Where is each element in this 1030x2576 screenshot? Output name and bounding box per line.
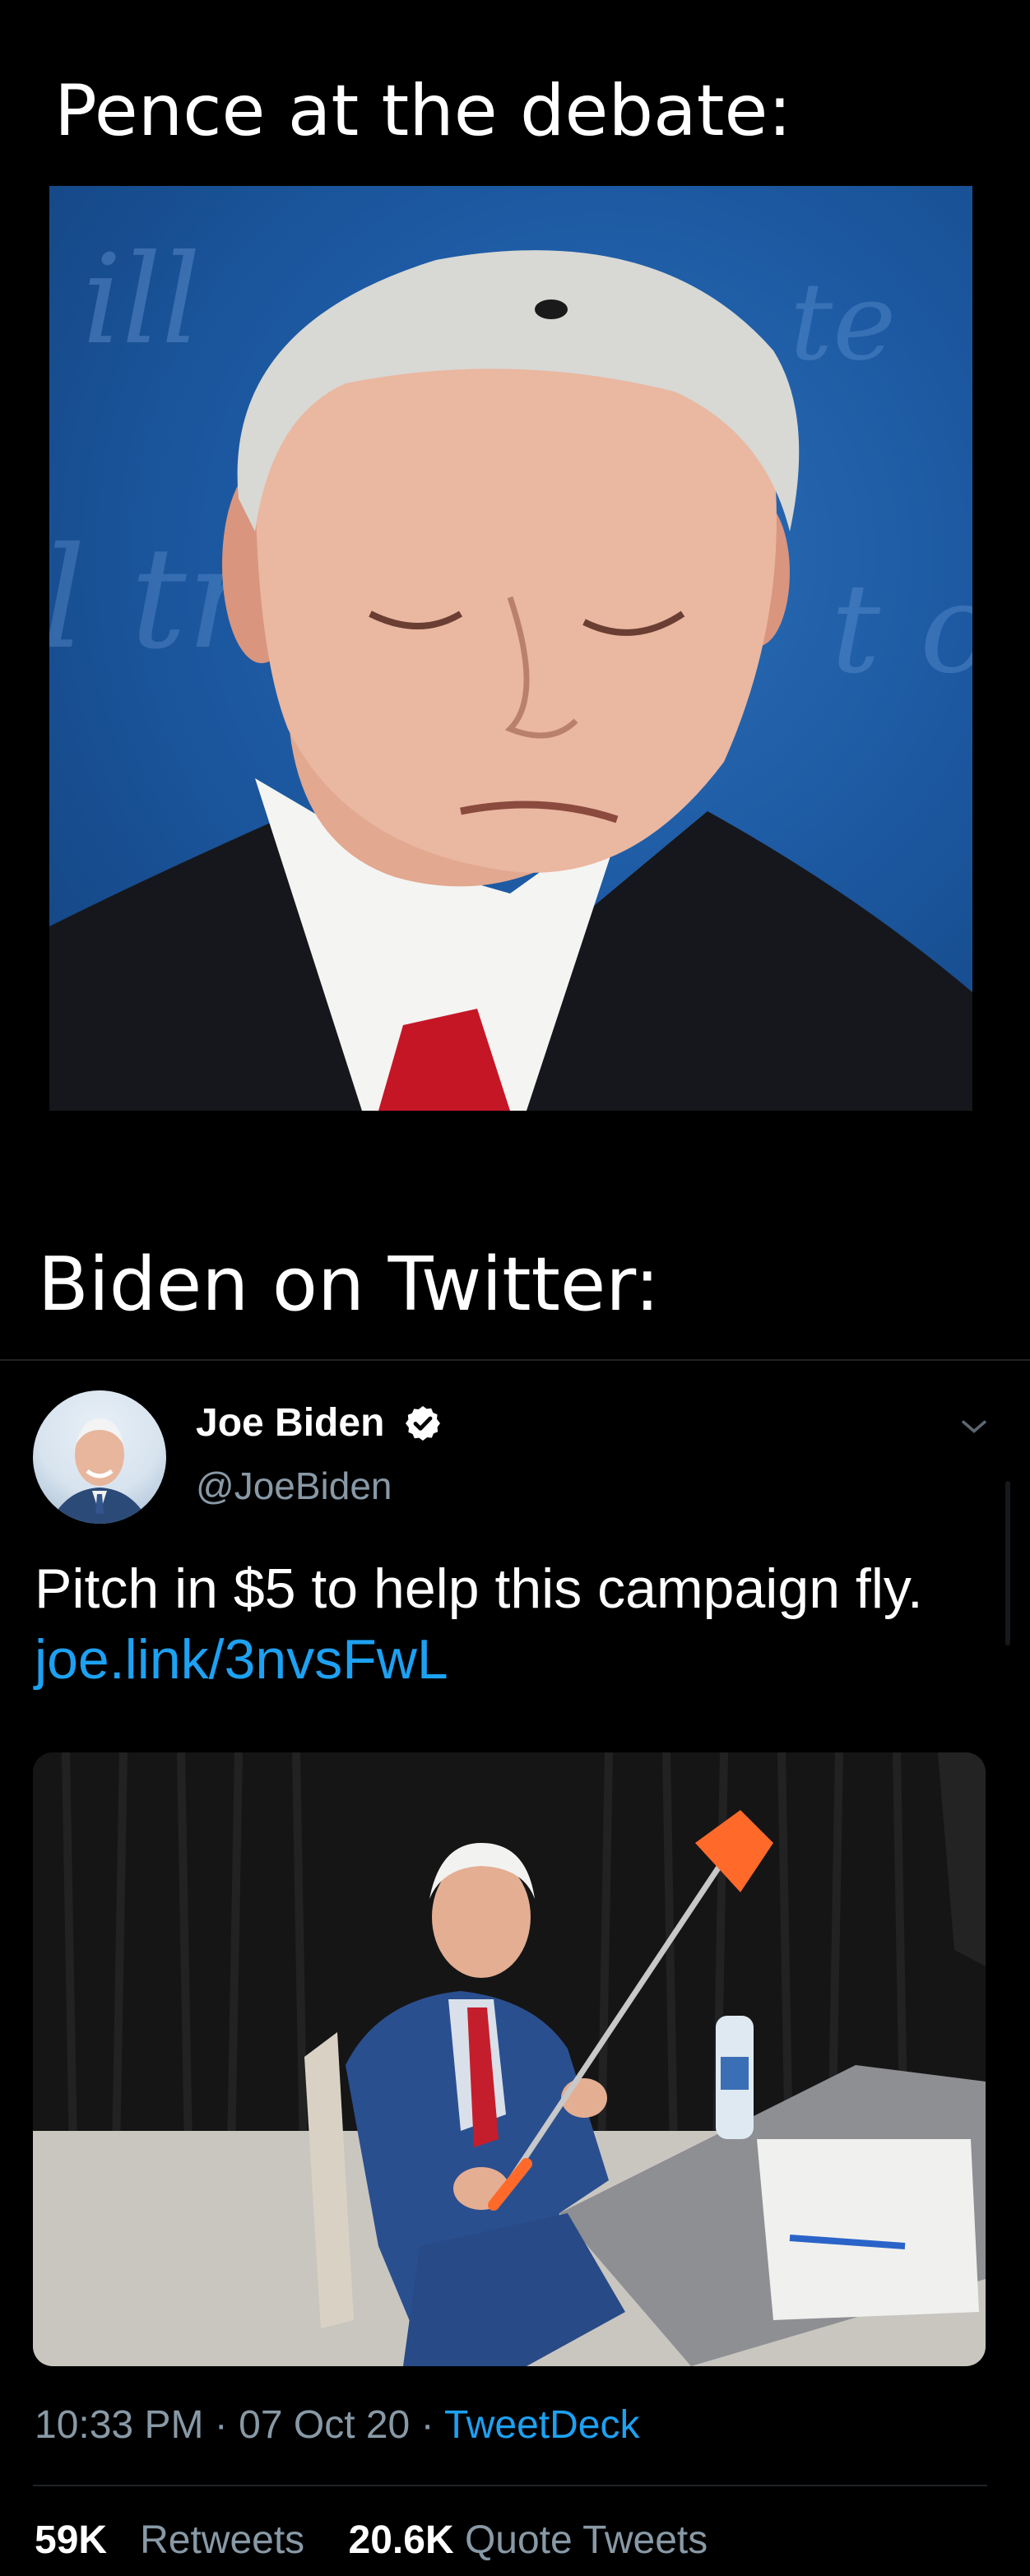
svg-text:ill: ill [82,229,201,372]
tweet-text: Pitch in $5 to help this campaign fly. j… [35,1553,997,1695]
meme-caption-bottom: Biden on Twitter: [38,1242,660,1328]
meme-caption-top: Pence at the debate: [54,70,792,152]
chevron-down-icon[interactable] [956,1409,992,1445]
quote-tweets-count: 20.6K [348,2518,454,2562]
verified-badge-icon [403,1404,443,1443]
quote-tweets-label: Quote Tweets [464,2518,708,2562]
tweet-date[interactable]: 07 Oct 20 [239,2403,410,2447]
tweet-time[interactable]: 10:33 PM [35,2403,203,2447]
retweets-label: Retweets [140,2518,305,2562]
tweet-source-link[interactable]: TweetDeck [444,2403,639,2447]
tweet-media-photo[interactable] [33,1752,986,2366]
retweets-count: 59K [35,2518,108,2562]
avatar-portrait [49,1418,150,1524]
svg-text:te: te [790,259,896,384]
caption-divider [0,1359,1030,1361]
tweet-body: Pitch in $5 to help this campaign fly. [35,1557,923,1620]
avatar[interactable] [33,1390,166,1524]
quote-tweets-stat[interactable]: 20.6K Quote Tweets [349,2518,708,2562]
tweet-stats: 59K Retweets 20.6K Quote Tweets [35,2516,708,2565]
display-name[interactable]: Joe Biden [196,1399,384,1448]
pence-debate-photo: ill l tr te t c to s [49,186,972,1111]
svg-text:t c: t c [831,558,972,701]
tweet-link[interactable]: joe.link/3nvsFwL [35,1628,448,1691]
tweet-timestamp: 10:33 PM · 07 Oct 20 · TweetDeck [35,2401,639,2450]
retweets-stat[interactable]: 59K Retweets [35,2518,304,2562]
pence-illustration: ill l tr te t c to s [49,229,972,1111]
scrollbar [1005,1481,1010,1645]
meta-separator: · [420,2403,434,2447]
stats-divider [33,2485,987,2486]
handle[interactable]: @JoeBiden [196,1463,392,1509]
meta-separator: · [214,2403,228,2447]
biden-flyswatter-illustration [33,1752,986,2366]
